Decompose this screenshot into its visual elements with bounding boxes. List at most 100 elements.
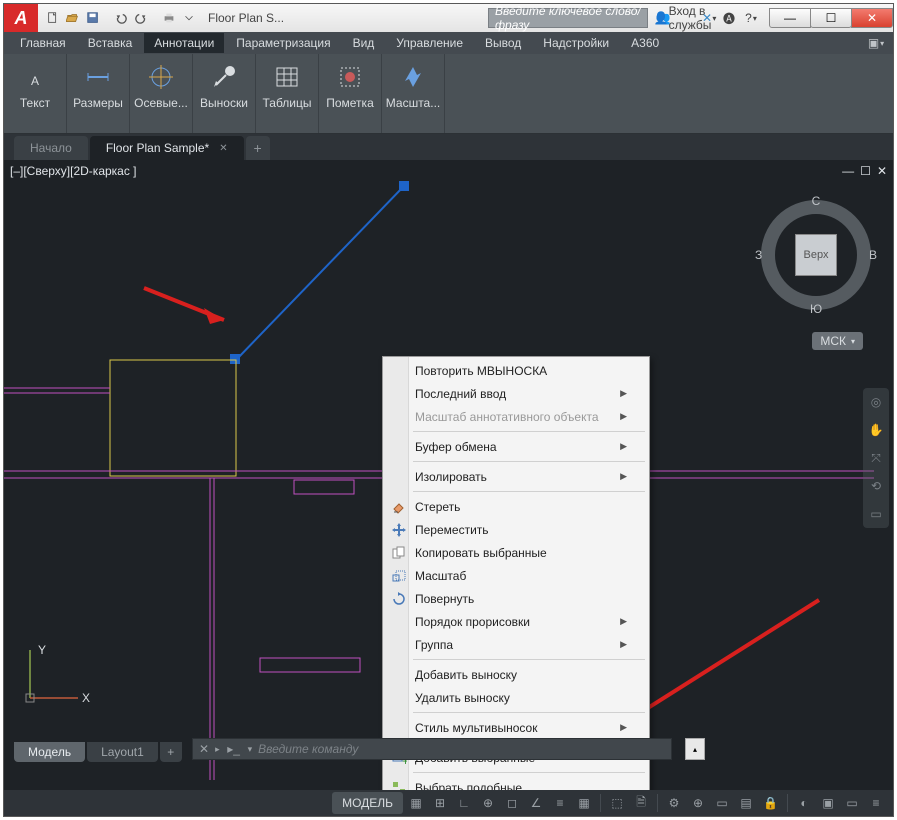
exchange-icon[interactable]: ✕ xyxy=(698,9,716,27)
ctx-item-14[interactable]: Группа▶ xyxy=(385,633,647,656)
ribbon-centerline-button[interactable]: Осевые... xyxy=(134,56,188,116)
units-icon[interactable]: ▭ xyxy=(711,792,733,814)
ctx-item-19[interactable]: Стиль мультивыносок▶ xyxy=(385,716,647,739)
tab-insert[interactable]: Вставка xyxy=(78,33,143,53)
layout-tab-add[interactable]: + xyxy=(160,742,182,762)
ribbon-leader-button[interactable]: Выноски xyxy=(197,56,251,116)
nav-wheel-icon[interactable]: ◎ xyxy=(866,392,886,412)
file-tab-start[interactable]: Начало xyxy=(14,136,88,160)
submenu-arrow-icon: ▶ xyxy=(620,441,627,452)
ribbon-table-button[interactable]: Таблицы xyxy=(260,56,314,116)
file-tabs: Начало Floor Plan Sample*✕ + xyxy=(4,134,893,160)
file-tab-add[interactable]: + xyxy=(246,136,270,160)
drawing-canvas[interactable]: [–][Сверху][2D-каркас ] — ☐ ✕ xyxy=(4,160,893,790)
qat-new-icon[interactable] xyxy=(44,9,62,27)
ctx-item-16[interactable]: Добавить выноску xyxy=(385,663,647,686)
tab-a360[interactable]: A360 xyxy=(621,33,669,53)
qat-open-icon[interactable] xyxy=(64,9,82,27)
tab-output[interactable]: Вывод xyxy=(475,33,531,53)
minimize-button[interactable]: — xyxy=(769,8,811,28)
ribbon-dimension-button[interactable]: Размеры xyxy=(71,56,125,116)
ribbon-panel: AТекст Размеры Осевые... Выноски Таблицы… xyxy=(4,54,893,134)
tab-manage[interactable]: Управление xyxy=(386,33,473,53)
qat-undo-icon[interactable] xyxy=(112,9,130,27)
polar-icon[interactable]: ⊕ xyxy=(477,792,499,814)
tab-home[interactable]: Главная xyxy=(10,33,76,53)
ctx-item-1[interactable]: Последний ввод▶ xyxy=(385,382,647,405)
viewcube[interactable]: Верх С Ю В З xyxy=(761,200,871,310)
otrack-icon[interactable]: ∠ xyxy=(525,792,547,814)
nav-zoom-icon[interactable]: ⤧ xyxy=(866,448,886,468)
signin-button[interactable]: 👤Вход в службы▾ xyxy=(676,9,694,27)
wcs-indicator[interactable]: МСК▾ xyxy=(812,332,863,350)
layout-tab-model[interactable]: Модель xyxy=(14,742,85,762)
quick-properties-icon[interactable]: ▤ xyxy=(735,792,757,814)
tab-annotate[interactable]: Аннотации xyxy=(144,33,224,53)
ribbon-scale-button[interactable]: Масшта... xyxy=(386,56,440,116)
ctx-item-23[interactable]: Выбрать подобные xyxy=(385,776,647,790)
ctx-item-6[interactable]: Изолировать▶ xyxy=(385,465,647,488)
help-icon[interactable]: ?▾ xyxy=(742,9,760,27)
file-tab-floorplan[interactable]: Floor Plan Sample*✕ xyxy=(90,136,244,160)
ctx-item-0[interactable]: Повторить МВЫНОСКА xyxy=(385,359,647,382)
tab-view[interactable]: Вид xyxy=(343,33,385,53)
tab-addins[interactable]: Надстройки xyxy=(533,33,619,53)
ctx-item-10[interactable]: Копировать выбранные xyxy=(385,541,647,564)
workspace-icon[interactable]: ⚙ xyxy=(663,792,685,814)
ctx-item-8[interactable]: Стереть xyxy=(385,495,647,518)
qat-print-icon[interactable] xyxy=(160,9,178,27)
cmdline-expand-icon[interactable]: ▴ xyxy=(685,738,705,760)
nav-orbit-icon[interactable]: ⟲ xyxy=(866,476,886,496)
qat-redo-icon[interactable] xyxy=(132,9,150,27)
osnap-icon[interactable]: ◻ xyxy=(501,792,523,814)
window-title: Floor Plan S... xyxy=(208,11,284,25)
nav-pan-icon[interactable]: ✋ xyxy=(866,420,886,440)
selection-cycling-icon[interactable]: ⬚ xyxy=(606,792,628,814)
qat-dropdown-icon[interactable] xyxy=(180,9,198,27)
ctx-item-11[interactable]: Масштаб xyxy=(385,564,647,587)
layout-tab-layout1[interactable]: Layout1 xyxy=(87,742,158,762)
ribbon-markup-button[interactable]: Пометка xyxy=(323,56,377,116)
close-button[interactable]: ✕ xyxy=(851,8,893,28)
ribbon-text-button[interactable]: AТекст xyxy=(8,56,62,116)
cmdline-handle-icon[interactable]: ▸ xyxy=(215,744,220,755)
ctx-item-label: Масштаб аннотативного объекта xyxy=(415,410,599,424)
grid-icon[interactable]: ▦ xyxy=(405,792,427,814)
navigation-bar: ◎ ✋ ⤧ ⟲ ▭ xyxy=(863,388,889,528)
cmdline-input[interactable]: Введите команду xyxy=(258,742,665,756)
submenu-arrow-icon: ▶ xyxy=(620,471,627,482)
customize-icon[interactable]: ≡ xyxy=(865,792,887,814)
ctx-item-label: Повернуть xyxy=(415,592,474,606)
viewcube-face[interactable]: Верх xyxy=(795,234,837,276)
isolate-icon[interactable]: ◐ xyxy=(793,792,815,814)
transparency-icon[interactable]: ▦ xyxy=(573,792,595,814)
qat-save-icon[interactable] xyxy=(84,9,102,27)
ctx-item-13[interactable]: Порядок прорисовки▶ xyxy=(385,610,647,633)
ctx-item-label: Переместить xyxy=(415,523,489,537)
ctx-item-4[interactable]: Буфер обмена▶ xyxy=(385,435,647,458)
search-input[interactable]: Введите ключевое слово/фразу xyxy=(488,8,648,28)
hardware-accel-icon[interactable]: ▣ xyxy=(817,792,839,814)
lock-ui-icon[interactable]: 🔒 xyxy=(759,792,782,814)
command-line[interactable]: ✕ ▸ ▸_ ▾ Введите команду xyxy=(192,738,672,760)
maximize-button[interactable]: ☐ xyxy=(810,8,852,28)
close-tab-icon[interactable]: ✕ xyxy=(219,143,227,154)
app-logo[interactable]: A xyxy=(4,4,38,32)
svg-text:X: X xyxy=(82,691,90,705)
panel-config-icon[interactable]: ▣▾ xyxy=(865,32,887,54)
ortho-icon[interactable]: ∟ xyxy=(453,792,475,814)
a360-icon[interactable]: 🅐 xyxy=(720,9,738,27)
ctx-item-17[interactable]: Удалить выноску xyxy=(385,686,647,709)
annotation-monitor-icon[interactable]: ⊕ xyxy=(687,792,709,814)
annotation-scale-icon[interactable]: 🗎 xyxy=(630,792,652,814)
nav-showmotion-icon[interactable]: ▭ xyxy=(866,504,886,524)
svg-text:A: A xyxy=(31,74,39,88)
cmdline-close-icon[interactable]: ✕ xyxy=(199,742,209,756)
tab-parametric[interactable]: Параметризация xyxy=(226,33,340,53)
snap-icon[interactable]: ⊞ xyxy=(429,792,451,814)
clean-screen-icon[interactable]: ▭ xyxy=(841,792,863,814)
ctx-item-12[interactable]: Повернуть xyxy=(385,587,647,610)
model-space-button[interactable]: МОДЕЛЬ xyxy=(332,792,403,814)
ctx-item-9[interactable]: Переместить xyxy=(385,518,647,541)
lineweight-icon[interactable]: ≡ xyxy=(549,792,571,814)
